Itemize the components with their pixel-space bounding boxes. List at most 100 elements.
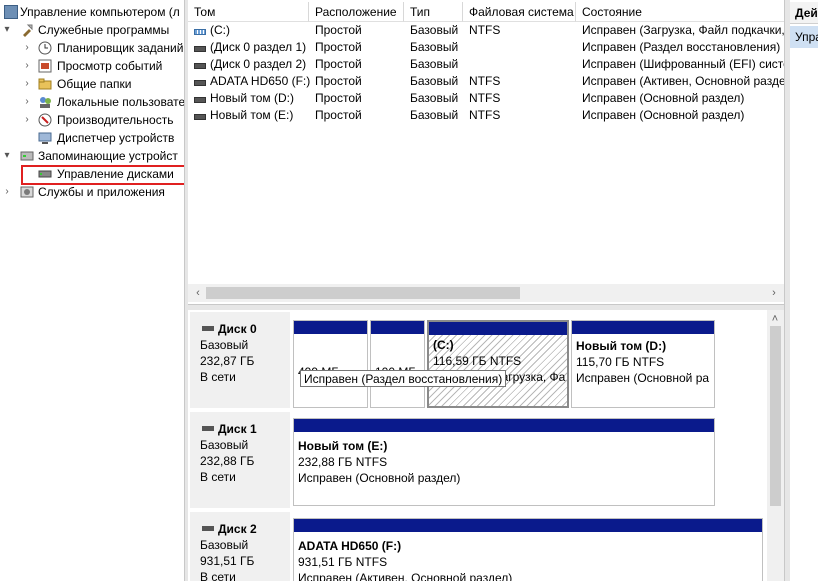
- volume-name: (Диск 0 раздел 1): [210, 40, 307, 54]
- tooltip: Исправен (Раздел восстановления): [300, 370, 507, 387]
- expand-arrow-icon[interactable]: ›: [22, 75, 32, 93]
- partition-bar: [294, 321, 367, 334]
- column-header-type[interactable]: Тип: [404, 2, 463, 22]
- tree-item-computer-management[interactable]: Управление компьютером (л: [0, 3, 184, 21]
- volume-layout: Простой: [315, 57, 362, 71]
- partition-efi[interactable]: 100 МБ: [370, 320, 425, 408]
- disk-1-info[interactable]: Диск 1 Базовый 232,88 ГБ В сети: [190, 412, 290, 508]
- disk-type: Базовый: [200, 538, 249, 552]
- partition-status: Исправен (Основной раздел): [298, 471, 461, 485]
- expand-arrow-icon[interactable]: ▾: [2, 21, 12, 39]
- tree-item-services[interactable]: › Службы и приложения: [0, 183, 184, 201]
- scroll-thumb[interactable]: [206, 287, 520, 299]
- drive-icon: [194, 29, 206, 35]
- partition-bar: [371, 321, 424, 334]
- expand-arrow-icon[interactable]: ›: [22, 39, 32, 57]
- expand-arrow-icon[interactable]: ›: [22, 111, 32, 129]
- disk-status: В сети: [200, 470, 236, 484]
- partition-title: Новый том (D:): [576, 339, 667, 353]
- actions-pane: Дейс Упра: [790, 0, 818, 581]
- column-header-volume[interactable]: Том: [188, 2, 309, 22]
- drive-icon: [194, 63, 206, 69]
- volume-layout: Простой: [315, 108, 362, 122]
- horizontal-scrollbar[interactable]: ‹ ›: [188, 284, 784, 302]
- tree-item-performance[interactable]: › Производительность: [0, 111, 184, 129]
- disk-2-info[interactable]: Диск 2 Базовый 931,51 ГБ В сети: [190, 512, 290, 581]
- tree-label: Локальные пользовате: [57, 95, 184, 109]
- expand-arrow-icon[interactable]: ›: [2, 183, 12, 201]
- column-header-layout[interactable]: Расположение: [309, 2, 404, 22]
- volume-layout: Простой: [315, 74, 362, 88]
- disk-graphical-view[interactable]: Диск 0 Базовый 232,87 ГБ В сети 499 МБ 1…: [188, 310, 784, 581]
- partition-f[interactable]: ADATA HD650 (F:) 931,51 ГБ NTFS Исправен…: [293, 518, 763, 581]
- volume-layout: Простой: [315, 40, 362, 54]
- partition-size: 116,59 ГБ NTFS: [433, 354, 522, 368]
- volume-fs: NTFS: [469, 74, 501, 88]
- vertical-scrollbar[interactable]: ˄: [767, 310, 784, 581]
- tree-label: Общие папки: [57, 77, 132, 91]
- volume-fs: NTFS: [469, 23, 501, 37]
- volume-name: ADATA HD650 (F:): [210, 74, 311, 88]
- actions-item[interactable]: Упра: [790, 26, 818, 48]
- tree-item-system-tools[interactable]: ▾ Служебные программы: [0, 21, 184, 39]
- volume-type: Базовый: [410, 74, 459, 88]
- tree-label: Просмотр событий: [57, 59, 163, 73]
- partition-size: 232,88 ГБ NTFS: [298, 455, 388, 469]
- partition-bar: [429, 322, 567, 335]
- navigation-tree[interactable]: Управление компьютером (л ▾ Служебные пр…: [0, 0, 184, 581]
- volume-layout: Простой: [315, 23, 362, 37]
- users-icon: [38, 95, 52, 109]
- disk-0-info[interactable]: Диск 0 Базовый 232,87 ГБ В сети: [190, 312, 290, 408]
- disk-icon: [202, 326, 214, 331]
- volume-layout: Простой: [315, 91, 362, 105]
- partition-title: (C:): [433, 338, 454, 352]
- partition-bar: [294, 419, 714, 432]
- partition-e[interactable]: Новый том (E:) 232,88 ГБ NTFS Исправен (…: [293, 418, 715, 506]
- tree-item-event-viewer[interactable]: › Просмотр событий: [0, 57, 184, 75]
- disk-status: В сети: [200, 570, 236, 581]
- drive-icon: [194, 46, 206, 52]
- tree-label: Планировщик заданий: [57, 41, 184, 55]
- scroll-thumb[interactable]: [770, 326, 781, 506]
- expand-arrow-icon[interactable]: ›: [22, 57, 32, 75]
- tree-item-storage[interactable]: ▾ Запоминающие устройст: [0, 147, 184, 165]
- tree-item-shared-folders[interactable]: › Общие папки: [0, 75, 184, 93]
- expand-arrow-icon[interactable]: ▾: [2, 147, 12, 165]
- scroll-left-arrow-icon[interactable]: ‹: [190, 284, 206, 302]
- column-header-filesystem[interactable]: Файловая система: [463, 2, 576, 22]
- volume-fs: NTFS: [469, 91, 501, 105]
- event-viewer-icon: [38, 59, 52, 73]
- expand-arrow-icon[interactable]: ›: [22, 93, 32, 111]
- drive-icon: [194, 97, 206, 103]
- services-icon: [20, 185, 34, 199]
- partition-d[interactable]: Новый том (D:) 115,70 ГБ NTFS Исправен (…: [571, 320, 715, 408]
- tree-item-device-manager[interactable]: Диспетчер устройств: [0, 129, 184, 147]
- shared-folder-icon: [38, 77, 52, 91]
- partition-bar: [572, 321, 714, 334]
- partition-status: Исправен (Основной ра: [576, 371, 710, 385]
- volume-status: Исправен (Загрузка, Файл подкачки, Ав: [582, 23, 784, 37]
- partition-title: ADATA HD650 (F:): [298, 539, 402, 553]
- tree-label: Управление компьютером (л: [20, 5, 180, 19]
- storage-icon: [20, 149, 34, 163]
- disk-icon: [202, 426, 214, 431]
- tree-item-local-users[interactable]: › Локальные пользовате: [0, 93, 184, 111]
- tools-icon: [20, 23, 34, 37]
- volume-type: Базовый: [410, 40, 459, 54]
- volume-list[interactable]: Том Расположение Тип Файловая система Со…: [188, 0, 784, 304]
- volume-type: Базовый: [410, 91, 459, 105]
- scroll-right-arrow-icon[interactable]: ›: [766, 284, 782, 302]
- volume-type: Базовый: [410, 23, 459, 37]
- partition-recovery[interactable]: 499 МБ: [293, 320, 368, 408]
- disk-name: Диск 1: [218, 422, 257, 436]
- column-header-status[interactable]: Состояние: [576, 2, 784, 22]
- tree-label: Службы и приложения: [38, 185, 165, 199]
- tree-label: Диспетчер устройств: [57, 131, 175, 145]
- tree-item-task-scheduler[interactable]: › Планировщик заданий: [0, 39, 184, 57]
- volume-name: Новый том (D:): [210, 91, 294, 105]
- volume-status: Исправен (Активен, Основной разде: [582, 74, 784, 88]
- partition-size: 115,70 ГБ NTFS: [576, 355, 665, 369]
- partition-status: Исправен (Активен, Основной раздел): [298, 571, 513, 581]
- partition-c[interactable]: (C:) 116,59 ГБ NTFS Исправен (Загрузка, …: [427, 320, 569, 408]
- selection-highlight: [21, 165, 194, 185]
